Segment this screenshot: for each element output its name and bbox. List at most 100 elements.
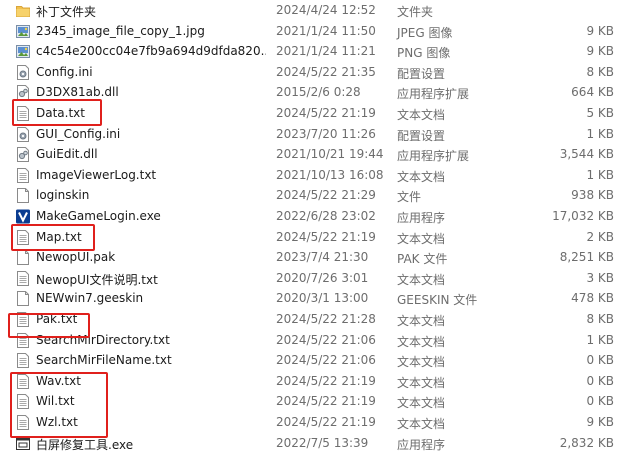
file-row[interactable]: 补丁文件夹 2024/4/24 12:52 文件夹 bbox=[0, 0, 631, 21]
file-row[interactable]: loginskin 2024/5/22 21:29 文件 938 KB bbox=[0, 185, 631, 206]
file-date: 2020/3/1 13:00 bbox=[276, 291, 369, 306]
dll-file-icon bbox=[16, 85, 30, 101]
file-size: 8,251 KB bbox=[559, 250, 614, 265]
file-name: Wzl.txt bbox=[36, 415, 78, 429]
file-name: 白屏修复工具.exe bbox=[36, 437, 134, 452]
text-file-icon bbox=[16, 312, 30, 327]
file-type: 配置设置 bbox=[397, 66, 446, 81]
file-date: 2024/5/22 21:06 bbox=[276, 332, 376, 347]
image-file-icon bbox=[16, 44, 30, 59]
file-name: Data.txt bbox=[36, 106, 85, 120]
file-type: 配置设置 bbox=[397, 128, 446, 143]
file-row[interactable]: 2345_image_file_copy_1.jpg 2021/1/24 11:5… bbox=[0, 21, 631, 42]
dll-file-icon bbox=[16, 147, 30, 163]
file-row[interactable]: Data.txt 2024/5/22 21:19 文本文档 5 KB bbox=[0, 103, 631, 124]
file-date: 2020/7/26 3:01 bbox=[276, 270, 369, 285]
file-size: 0 KB bbox=[586, 353, 614, 368]
text-file-icon bbox=[16, 167, 30, 183]
file-row[interactable]: D3DX81ab.dll 2015/2/6 0:28 应用程序扩展 664 KB bbox=[0, 82, 631, 103]
file-date: 2021/1/24 11:21 bbox=[276, 44, 376, 59]
file-row[interactable]: Wav.txt 2024/5/22 21:19 文本文档 0 KB bbox=[0, 371, 631, 392]
file-name: NewopUI文件说明.txt bbox=[36, 272, 158, 287]
file-row[interactable]: GUI_Config.ini 2023/7/20 11:26 配置设置 1 KB bbox=[0, 124, 631, 145]
file-row[interactable]: MakeGameLogin.exe 2022/6/28 23:02 应用程序 17,0… bbox=[0, 206, 631, 227]
blank-file-icon bbox=[16, 188, 30, 204]
text-file-icon bbox=[16, 394, 30, 410]
file-row[interactable]: ImageViewerLog.txt 2021/10/13 16:08 文本文档 1 … bbox=[0, 165, 631, 186]
file-date: 2024/5/22 21:29 bbox=[276, 188, 376, 203]
file-size: 2 KB bbox=[586, 229, 614, 244]
file-type: 文件 bbox=[397, 190, 422, 205]
file-name: GUI_Config.ini bbox=[36, 126, 121, 141]
file-name: Wav.txt bbox=[36, 373, 81, 388]
file-name: Map.txt bbox=[36, 229, 82, 244]
file-date: 2021/10/13 16:08 bbox=[276, 167, 384, 182]
file-row[interactable]: NewopUI文件说明.txt 2020/7/26 3:01 文本文档 3 KB bbox=[0, 268, 631, 289]
file-size: 664 KB bbox=[571, 85, 614, 100]
text-file-icon bbox=[16, 229, 30, 245]
file-type: 文本文档 bbox=[397, 334, 446, 349]
file-date: 2022/7/5 13:39 bbox=[276, 435, 369, 450]
file-size: 0 KB bbox=[586, 394, 614, 409]
blank-file-icon bbox=[16, 291, 30, 307]
file-row[interactable]: GuiEdit.dll 2021/10/21 19:44 应用程序扩展 3,544 K… bbox=[0, 144, 631, 165]
file-name: NEWwin7.geeskin bbox=[36, 291, 144, 306]
file-type: 文本文档 bbox=[397, 169, 446, 184]
file-date: 2024/5/22 21:28 bbox=[276, 312, 376, 326]
file-date: 2023/7/4 21:30 bbox=[276, 250, 369, 265]
file-row[interactable]: Pak.txt 2024/5/22 21:28 文本文档 8 KB bbox=[0, 309, 631, 330]
file-date: 2024/5/22 21:19 bbox=[276, 415, 376, 429]
file-type: 应用程序 bbox=[397, 437, 446, 452]
file-name: SearchMirFileName.txt bbox=[36, 353, 172, 368]
blank-file-icon bbox=[16, 250, 30, 266]
file-type: 文件夹 bbox=[397, 5, 434, 19]
file-row[interactable]: NEWwin7.geeskin 2020/3/1 13:00 GEESKIN 文件 4… bbox=[0, 288, 631, 309]
folder-icon bbox=[16, 3, 30, 18]
file-size: 8 KB bbox=[586, 312, 614, 326]
file-row[interactable]: 白屏修复工具.exe 2022/7/5 13:39 应用程序 2,832 KB bbox=[0, 433, 631, 454]
file-type: GEESKIN 文件 bbox=[397, 293, 478, 308]
file-row[interactable]: Map.txt 2024/5/22 21:19 文本文档 2 KB bbox=[0, 227, 631, 248]
file-row[interactable]: c4c54e200cc04e7fb9a694d9dfda820... 2021/1… bbox=[0, 41, 631, 62]
file-size: 5 KB bbox=[586, 106, 614, 120]
file-name: 2345_image_file_copy_1.jpg bbox=[36, 23, 205, 38]
file-name: ImageViewerLog.txt bbox=[36, 167, 157, 182]
text-file-icon bbox=[16, 415, 30, 430]
file-name: Wil.txt bbox=[36, 394, 75, 409]
file-size: 0 KB bbox=[586, 373, 614, 388]
file-date: 2024/5/22 21:35 bbox=[276, 64, 376, 79]
text-file-icon bbox=[16, 106, 30, 121]
file-date: 2021/1/24 11:50 bbox=[276, 23, 376, 38]
file-type: 文本文档 bbox=[397, 355, 446, 370]
file-date: 2024/5/22 21:19 bbox=[276, 373, 376, 388]
file-row[interactable]: SearchMirDirectory.txt 2024/5/22 21:06 文本文… bbox=[0, 330, 631, 351]
file-type: 文本文档 bbox=[397, 314, 446, 328]
config-file-icon bbox=[16, 126, 30, 142]
file-size: 478 KB bbox=[571, 291, 614, 306]
file-type: 文本文档 bbox=[397, 375, 446, 390]
file-row[interactable]: Config.ini 2024/5/22 21:35 配置设置 8 KB bbox=[0, 62, 631, 83]
file-date: 2024/5/22 21:19 bbox=[276, 106, 376, 120]
file-type: PAK 文件 bbox=[397, 252, 448, 267]
file-name: GuiEdit.dll bbox=[36, 147, 98, 162]
file-row[interactable]: SearchMirFileName.txt 2024/5/22 21:06 文本文档… bbox=[0, 350, 631, 371]
file-size: 9 KB bbox=[586, 415, 614, 429]
file-size: 3 KB bbox=[586, 270, 614, 285]
file-size: 8 KB bbox=[586, 64, 614, 79]
file-row[interactable]: Wil.txt 2024/5/22 21:19 文本文档 0 KB bbox=[0, 391, 631, 412]
file-type: 应用程序 bbox=[397, 211, 446, 225]
file-size: 1 KB bbox=[586, 167, 614, 182]
file-type: 文本文档 bbox=[397, 417, 446, 431]
file-type: 应用程序扩展 bbox=[397, 149, 470, 164]
file-name: NewopUI.pak bbox=[36, 250, 116, 265]
config-file-icon bbox=[16, 64, 30, 80]
text-file-icon bbox=[16, 353, 30, 369]
file-name: SearchMirDirectory.txt bbox=[36, 332, 170, 347]
file-size: 17,032 KB bbox=[552, 209, 614, 223]
file-row[interactable]: NewopUI.pak 2023/7/4 21:30 PAK 文件 8,251 KB bbox=[0, 247, 631, 268]
file-size: 1 KB bbox=[586, 332, 614, 347]
app-v-icon bbox=[16, 209, 30, 224]
file-row[interactable]: Wzl.txt 2024/5/22 21:19 文本文档 9 KB bbox=[0, 412, 631, 433]
file-name: c4c54e200cc04e7fb9a694d9dfda820... bbox=[36, 44, 266, 59]
file-size: 9 KB bbox=[586, 44, 614, 59]
